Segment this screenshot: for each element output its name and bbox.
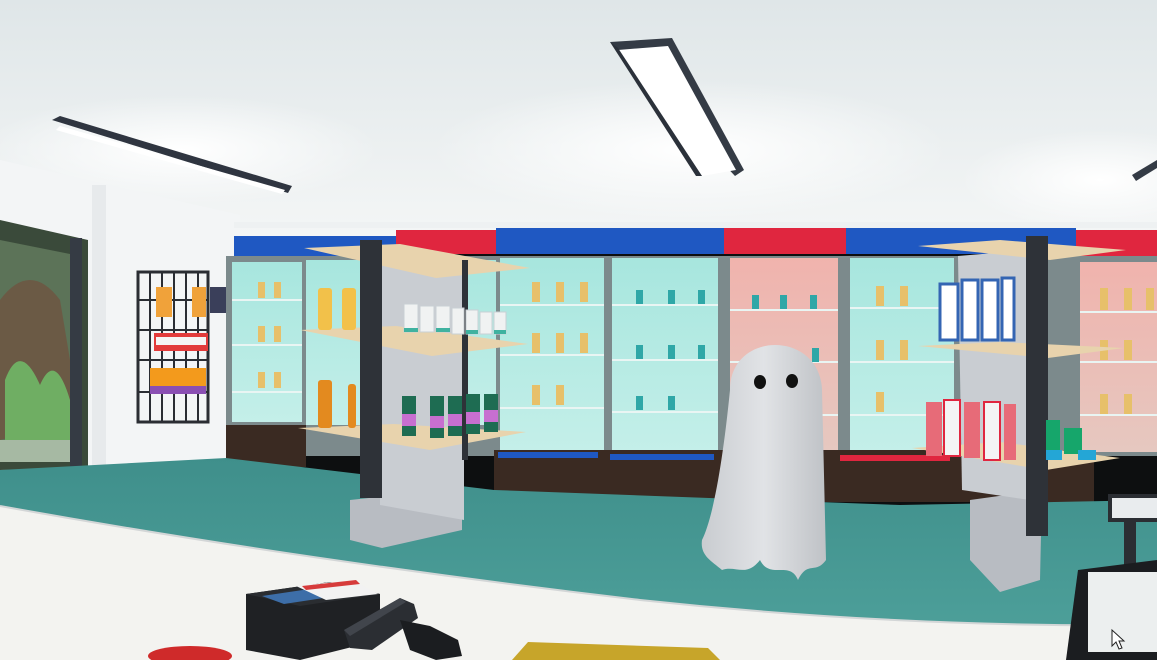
ghost-eye-left xyxy=(754,375,766,389)
game-viewport[interactable] xyxy=(0,0,1157,660)
ghost-eye-right xyxy=(786,374,798,388)
window-outdoor-view xyxy=(0,220,88,470)
